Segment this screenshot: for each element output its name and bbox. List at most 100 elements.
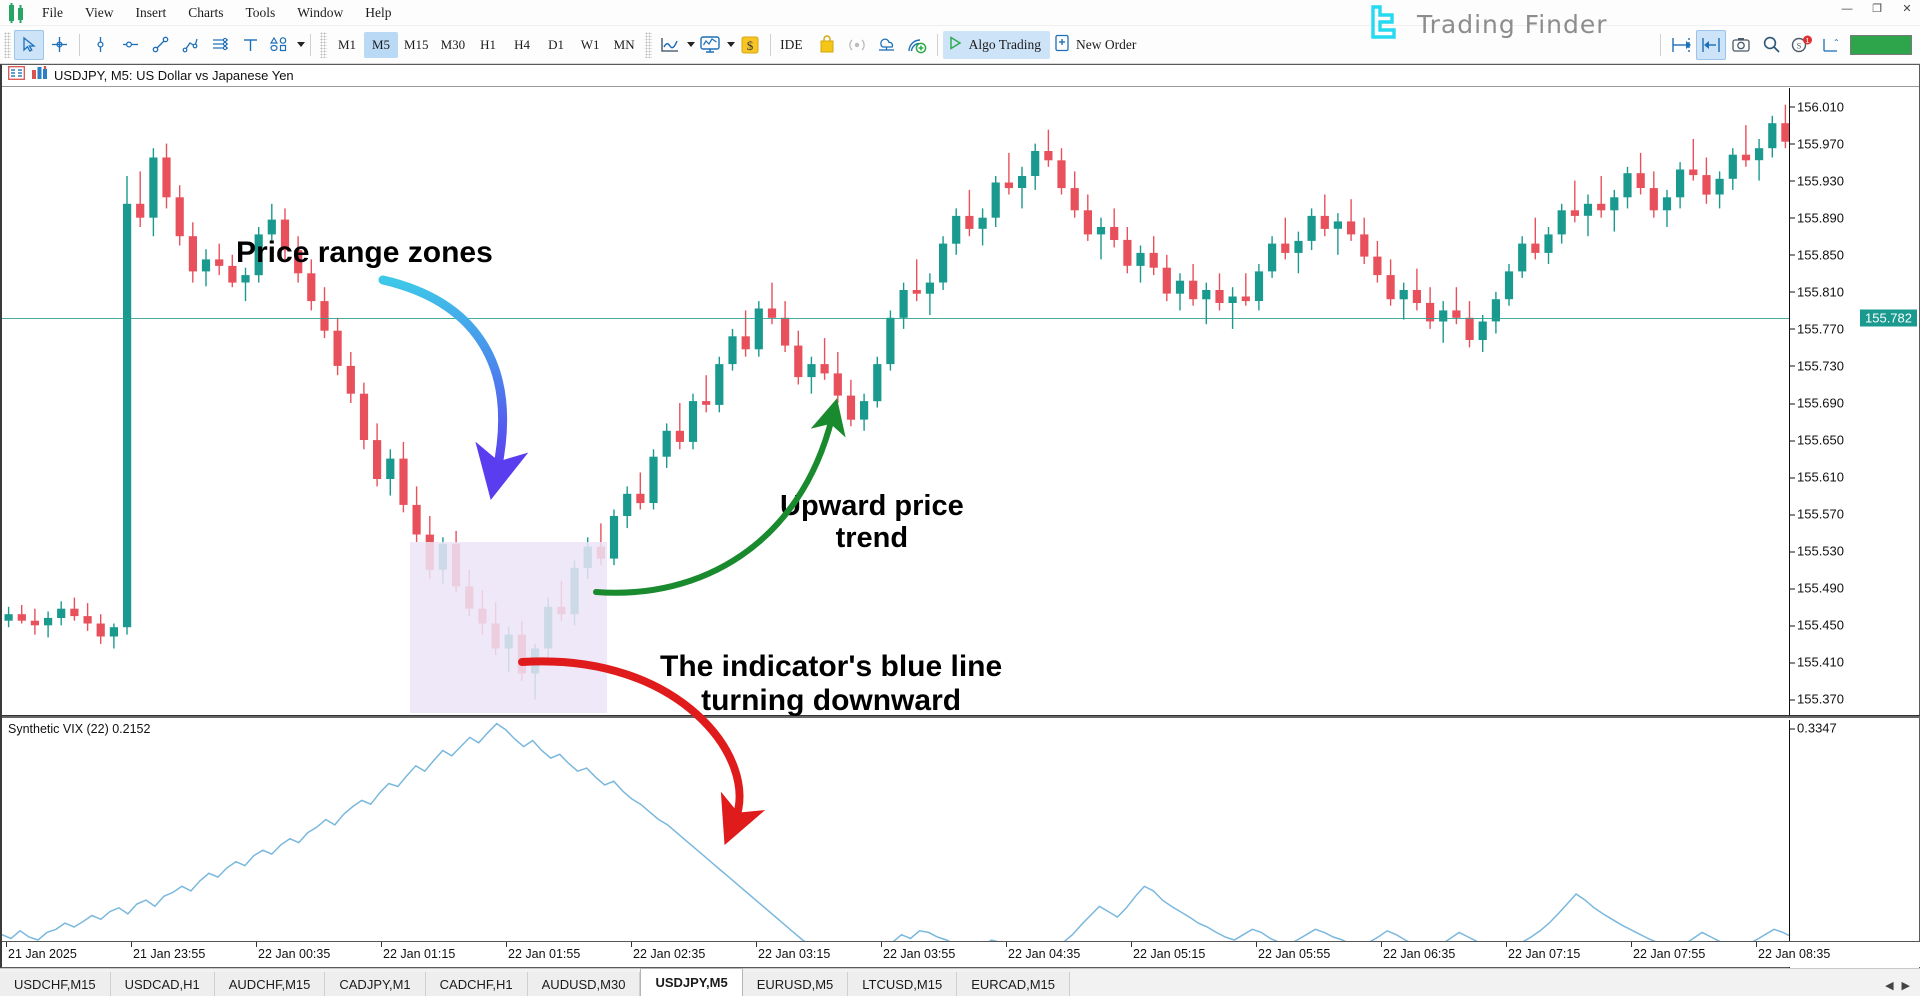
menu-tools[interactable]: Tools xyxy=(234,2,286,24)
shapes-dropdown-caret-icon[interactable] xyxy=(297,42,305,47)
price-tick: 155.410 xyxy=(1790,655,1844,670)
chart-shift-icon[interactable] xyxy=(1666,30,1696,60)
notification-count: 1 xyxy=(1805,36,1809,45)
timeframe-m1[interactable]: M1 xyxy=(330,32,364,58)
time-tick-mark xyxy=(1381,942,1382,947)
annotation-indicator-blue-line: The indicator's blue line turning downwa… xyxy=(660,650,1002,717)
text-icon[interactable] xyxy=(235,30,265,60)
play-triangle-icon xyxy=(947,35,963,55)
price-tick: 155.810 xyxy=(1790,284,1844,299)
tab-nav: ◀ ▶ xyxy=(1885,979,1920,996)
chart-tab-eurusd-m5[interactable]: EURUSD,M5 xyxy=(742,972,849,996)
time-tick-mark xyxy=(756,942,757,947)
fibonacci-icon[interactable] xyxy=(205,30,235,60)
search-icon[interactable] xyxy=(1756,30,1786,60)
charttype-grip[interactable] xyxy=(645,31,653,58)
timeframe-m30[interactable]: M30 xyxy=(435,32,472,58)
timeframe-m15[interactable]: M15 xyxy=(398,32,435,58)
menu-file[interactable]: File xyxy=(31,2,74,24)
minimize-button[interactable]: — xyxy=(1838,3,1856,15)
time-tick-mark xyxy=(6,942,7,947)
dollar-icon[interactable]: $ xyxy=(735,30,765,60)
price-pane[interactable]: 156.010 155.970 155.930 155.890 155.850 155.8… xyxy=(2,88,1919,718)
chart-tab-usdcad-h1[interactable]: USDCAD,H1 xyxy=(110,972,215,996)
time-tick-label: 21 Jan 23:55 xyxy=(133,947,206,961)
menu-charts[interactable]: Charts xyxy=(177,2,234,24)
price-scale-axis[interactable]: 156.010 155.970 155.930 155.890 155.850 155.8… xyxy=(1789,88,1919,718)
indicators-caret-icon[interactable] xyxy=(727,42,736,47)
ide-button[interactable]: IDE xyxy=(776,31,812,59)
horizontal-line-icon[interactable] xyxy=(115,30,145,60)
menu-insert[interactable]: Insert xyxy=(124,2,177,24)
data-window-icon[interactable] xyxy=(8,66,25,85)
time-tick-label: 22 Jan 02:35 xyxy=(633,947,706,961)
toolbar-separator-3 xyxy=(770,33,772,56)
chart-tab-ltcusd-m15[interactable]: LTCUSD,M15 xyxy=(848,972,958,996)
menu-view[interactable]: View xyxy=(74,2,124,24)
maximize-button[interactable]: ❐ xyxy=(1868,2,1886,15)
menu-help[interactable]: Help xyxy=(354,2,402,24)
annotation-upward-line1: Upward price xyxy=(780,490,964,522)
annotation-indicator-line2: turning downward xyxy=(701,683,962,717)
menu-window[interactable]: Window xyxy=(286,2,354,24)
cursor-arrow-icon[interactable] xyxy=(14,29,44,60)
price-plot-area[interactable] xyxy=(2,88,1789,718)
time-tick-mark xyxy=(1131,942,1132,947)
chart-tab-cadjpy-m1[interactable]: CADJPY,M1 xyxy=(325,972,426,996)
new-order-button[interactable]: New Order xyxy=(1050,31,1145,59)
indicator-tick-top: 0.3347 xyxy=(1790,721,1837,736)
time-tick-mark xyxy=(881,942,882,947)
vertical-line-icon[interactable] xyxy=(85,30,115,60)
time-tick-label: 22 Jan 07:55 xyxy=(1633,947,1706,961)
indicators-icon[interactable] xyxy=(695,30,725,60)
help-badge-icon[interactable]: S 1 xyxy=(1786,30,1816,60)
chart-tab-cadchf-h1[interactable]: CADCHF,H1 xyxy=(425,972,528,996)
line-chart-icon[interactable] xyxy=(655,30,685,60)
chart-tab-audchf-m15[interactable]: AUDCHF,M15 xyxy=(214,972,326,996)
trendline-icon[interactable] xyxy=(145,30,175,60)
tab-nav-right-icon[interactable]: ▶ xyxy=(1902,979,1910,992)
annotation-upward-price-trend: Upward price trend xyxy=(780,490,964,555)
timeframe-w1[interactable]: W1 xyxy=(573,32,607,58)
price-tick: 155.570 xyxy=(1790,507,1844,522)
auto-scroll-icon[interactable] xyxy=(1696,29,1726,60)
chart-tab-usdjpy-m5[interactable]: USDJPY,M5 xyxy=(640,968,743,996)
timeframe-mn[interactable]: MN xyxy=(607,32,641,58)
charttype-caret-icon[interactable] xyxy=(687,42,696,47)
chart-icon[interactable] xyxy=(31,66,48,85)
algo-trading-button[interactable]: Algo Trading xyxy=(942,30,1051,59)
level-icon[interactable]: ⌃ xyxy=(1816,30,1846,60)
snapshot-icon[interactable] xyxy=(1726,30,1756,60)
timeframe-grip[interactable] xyxy=(320,31,327,58)
shapes-icon[interactable] xyxy=(265,30,295,60)
tab-nav-left-icon[interactable]: ◀ xyxy=(1885,979,1893,992)
timeframe-m5[interactable]: M5 xyxy=(364,31,398,58)
close-button[interactable]: ✕ xyxy=(1898,2,1916,15)
annotation-upward-line2: trend xyxy=(835,522,909,555)
mt5-application-window: File View Insert Charts Tools Window Hel… xyxy=(0,0,1920,996)
time-tick-mark xyxy=(1506,942,1507,947)
copy-trade-icon[interactable] xyxy=(902,30,932,60)
price-tick: 155.450 xyxy=(1790,618,1844,633)
time-axis[interactable]: 21 Jan 2025 21 Jan 23:55 22 Jan 00:35 22 Ja… xyxy=(2,941,1920,967)
time-tick-label: 22 Jan 07:15 xyxy=(1508,947,1581,961)
signals-icon[interactable] xyxy=(842,30,872,60)
timeframe-h1[interactable]: H1 xyxy=(471,32,505,58)
timeframe-h4[interactable]: H4 xyxy=(505,32,539,58)
vps-cloud-icon[interactable] xyxy=(872,30,902,60)
price-tick: 155.690 xyxy=(1790,396,1844,411)
price-tick: 155.530 xyxy=(1790,544,1844,559)
time-tick-label: 22 Jan 08:35 xyxy=(1758,947,1831,961)
chart-tab-eurcad-m15[interactable]: EURCAD,M15 xyxy=(957,972,1071,996)
price-tick: 155.850 xyxy=(1790,247,1844,262)
chart-tab-audusd-m30[interactable]: AUDUSD,M30 xyxy=(527,972,641,996)
toolbar-separator-5 xyxy=(1660,33,1661,56)
timeframe-d1[interactable]: D1 xyxy=(539,32,573,58)
market-bag-icon[interactable] xyxy=(812,30,842,60)
time-tick-label: 22 Jan 00:35 xyxy=(258,947,331,961)
chart-tab-usdchf-m15[interactable]: USDCHF,M15 xyxy=(0,972,111,996)
crosshair-icon[interactable] xyxy=(44,30,74,60)
toolbar-grip[interactable] xyxy=(4,31,11,58)
polyline-icon[interactable] xyxy=(175,30,205,60)
menu-bar: File View Insert Charts Tools Window Hel… xyxy=(0,0,1920,26)
